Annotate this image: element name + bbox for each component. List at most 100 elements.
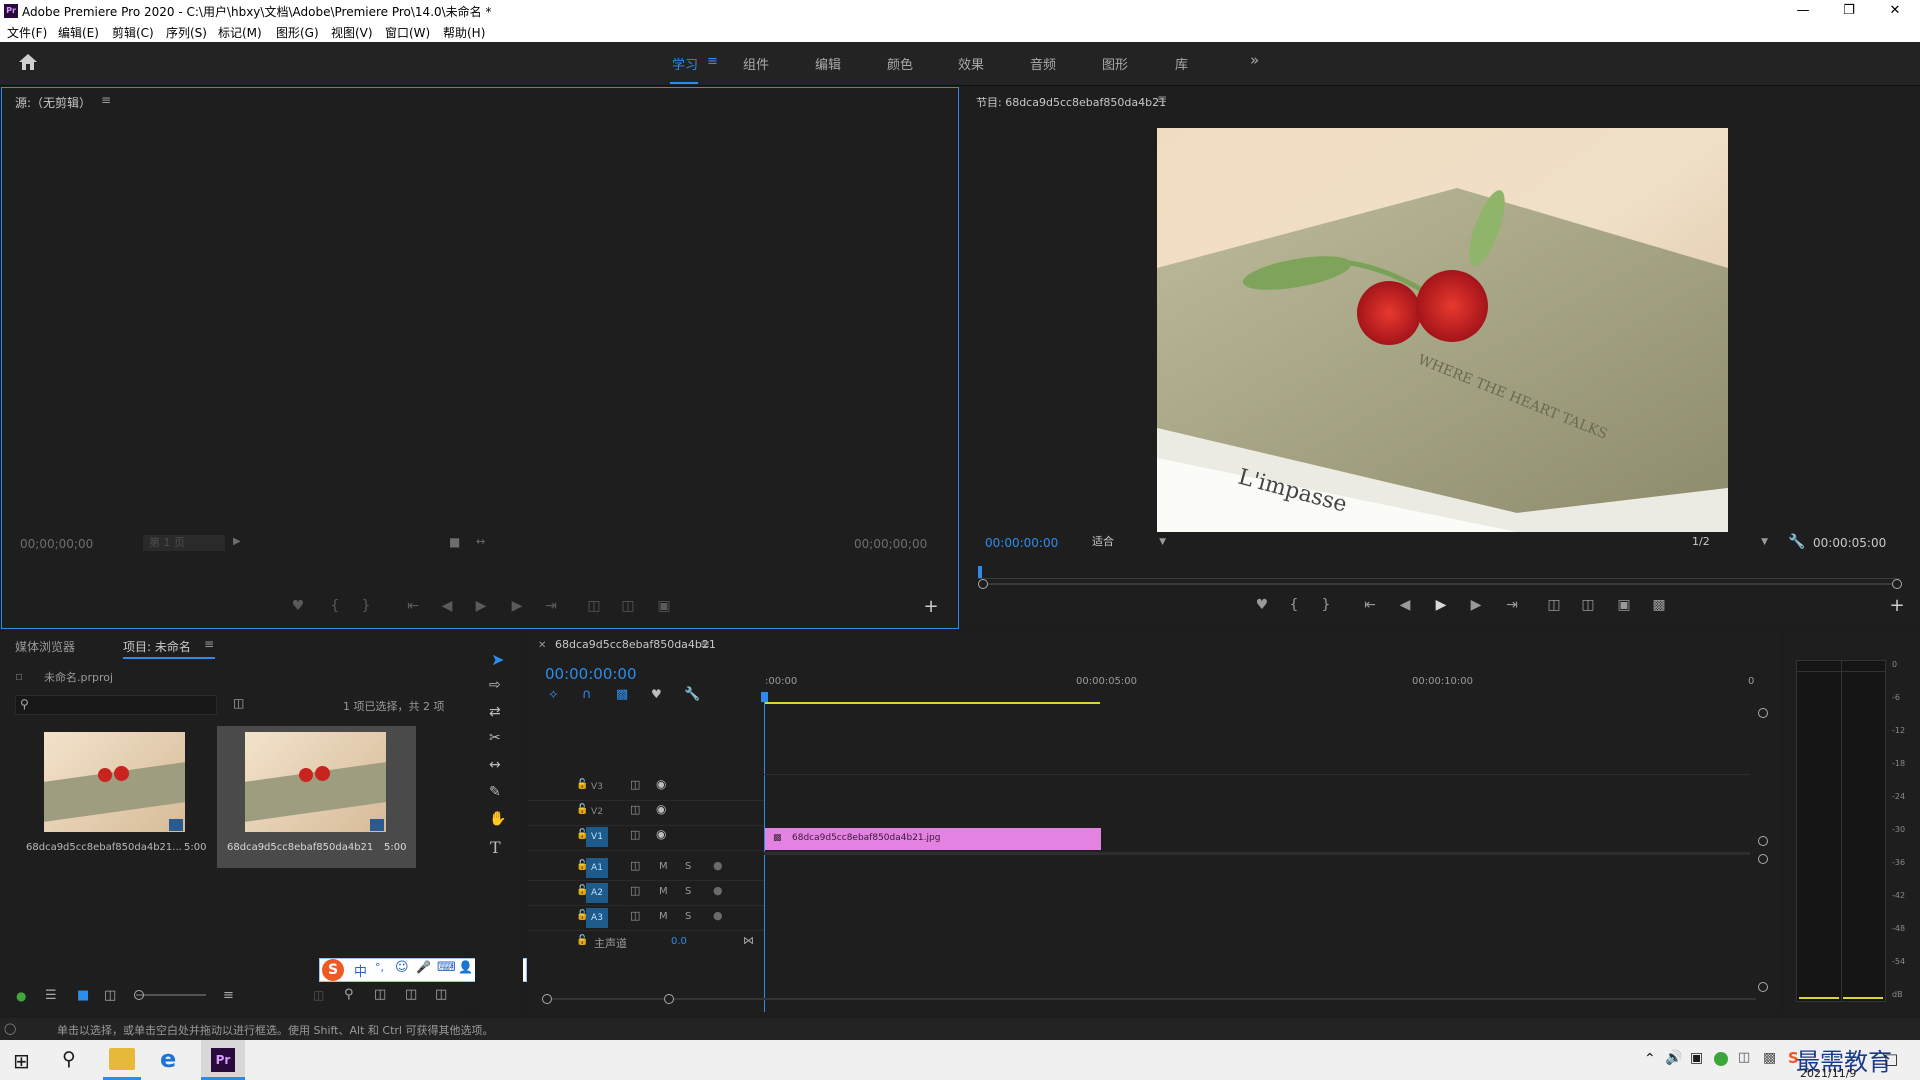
pen-tool-icon[interactable]: ✎ bbox=[489, 784, 501, 800]
source-play-icon[interactable]: ▶ bbox=[469, 598, 493, 614]
new-bin-icon[interactable]: ◫ bbox=[374, 987, 386, 1002]
program-resolution-select[interactable]: 1/2 ▼ bbox=[1688, 534, 1772, 550]
a1-mute-button[interactable]: M bbox=[659, 861, 668, 872]
program-add-marker-icon[interactable]: ♥ bbox=[1250, 597, 1274, 613]
track-select-tool-icon[interactable]: ⇨ bbox=[489, 677, 501, 693]
a3-solo-button[interactable]: S bbox=[685, 911, 691, 922]
a2-mute-button[interactable]: M bbox=[659, 886, 668, 897]
program-video-frame[interactable]: L'impasse WHERE THE HEART TALKS bbox=[1157, 128, 1728, 532]
source-add-button-icon[interactable]: + bbox=[919, 596, 943, 617]
program-lift-icon[interactable]: ◫ bbox=[1542, 597, 1566, 613]
timeline-panel[interactable]: ✕ 68dca9d5cc8ebaf850da4b21 ≡ 00:00:00:00… bbox=[528, 632, 1780, 1014]
source-monitor-panel[interactable]: 源:（无剪辑） ≡ 00;00;00;00 第 1 页 ▶ ■ ↔ 00;00;… bbox=[1, 87, 959, 629]
icon-view-icon[interactable]: ■ bbox=[77, 988, 89, 1003]
menu-graphics[interactable]: 图形(G) bbox=[276, 24, 319, 41]
v3-track-target[interactable]: V3 bbox=[586, 777, 608, 797]
source-step-back-icon[interactable]: ◀ bbox=[435, 598, 459, 614]
program-compare-icon[interactable]: ▩ bbox=[1647, 597, 1671, 613]
a3-sync-lock-icon[interactable]: ◫ bbox=[630, 909, 640, 922]
master-go-to-end-icon[interactable]: ⋈ bbox=[743, 934, 754, 947]
program-step-back-icon[interactable]: ◀ bbox=[1393, 597, 1417, 613]
source-insert-icon[interactable]: ◫ bbox=[582, 598, 606, 614]
menu-view[interactable]: 视图(V) bbox=[331, 24, 373, 41]
program-play-icon[interactable]: ▶ bbox=[1429, 597, 1453, 613]
workspace-audio[interactable]: 音频 bbox=[1030, 54, 1056, 73]
ime-user-icon[interactable]: 👤 bbox=[458, 960, 473, 974]
slip-tool-icon[interactable]: ↔ bbox=[489, 757, 501, 773]
program-time-ruler[interactable] bbox=[978, 566, 1900, 579]
edge-browser-icon[interactable]: e bbox=[160, 1045, 176, 1073]
source-panel-menu-icon[interactable]: ≡ bbox=[101, 93, 111, 107]
program-zoom-bar[interactable] bbox=[978, 583, 1900, 585]
track-header-a2[interactable]: 🔓 A2 ◫ M S ● bbox=[528, 881, 764, 906]
source-drag-icon[interactable]: ↔ bbox=[476, 535, 485, 548]
program-settings-wrench-icon[interactable]: 🔧 bbox=[1788, 534, 1805, 550]
a2-solo-button[interactable]: S bbox=[685, 886, 691, 897]
volume-icon[interactable]: 🔊 bbox=[1665, 1050, 1682, 1066]
project-item-1[interactable]: 68dca9d5cc8ebaf850da4b21... 5:00 bbox=[16, 726, 212, 866]
timeline-zoom-handle-left[interactable] bbox=[542, 994, 552, 1004]
a3-mute-button[interactable]: M bbox=[659, 911, 668, 922]
a1-voiceover-mic-icon[interactable]: ● bbox=[713, 859, 723, 872]
hand-tool-icon[interactable]: ✋ bbox=[489, 811, 506, 827]
sequence-tab[interactable]: 68dca9d5cc8ebaf850da4b21 bbox=[555, 638, 716, 651]
sogou-logo-icon[interactable]: S bbox=[322, 959, 344, 981]
thumbnail-zoom-slider[interactable] bbox=[136, 994, 206, 996]
source-timecode-left[interactable]: 00;00;00;00 bbox=[20, 537, 93, 551]
a2-sync-lock-icon[interactable]: ◫ bbox=[630, 884, 640, 897]
video-scroll-handle-top[interactable] bbox=[1758, 708, 1768, 718]
network-icon[interactable]: ▣ bbox=[1690, 1050, 1703, 1066]
program-zoom-handle-right[interactable] bbox=[1892, 579, 1902, 589]
a1-sync-lock-icon[interactable]: ◫ bbox=[630, 859, 640, 872]
track-header-master[interactable]: 🔓 主声道 0.0 ⋈ bbox=[528, 931, 764, 955]
video-scroll-handle-bottom[interactable] bbox=[1758, 836, 1768, 846]
source-mark-in-icon[interactable]: { bbox=[323, 598, 347, 614]
program-panel-menu-icon[interactable]: ≡ bbox=[1157, 92, 1167, 106]
sort-icons-icon[interactable]: ≡ bbox=[223, 988, 234, 1003]
project-item-2[interactable]: 68dca9d5cc8ebaf850da4b21 5:00 bbox=[217, 726, 416, 868]
source-go-to-in-icon[interactable]: ⇤ bbox=[401, 598, 425, 614]
file-explorer-icon[interactable] bbox=[109, 1048, 135, 1070]
close-sequence-icon[interactable]: ✕ bbox=[538, 640, 546, 651]
razor-tool-icon[interactable]: ✂ bbox=[489, 730, 501, 746]
new-search-bin-icon[interactable]: ◫ bbox=[233, 696, 244, 710]
workspace-assembly[interactable]: 组件 bbox=[743, 54, 769, 73]
notification-center-icon[interactable]: □ bbox=[1884, 1050, 1898, 1068]
a2-voiceover-mic-icon[interactable]: ● bbox=[713, 884, 723, 897]
track-header-v2[interactable]: 🔓 V2 ◫ ◉ bbox=[528, 800, 764, 826]
v1-track-target[interactable]: V1 bbox=[586, 827, 608, 847]
menu-clip[interactable]: 剪辑(C) bbox=[112, 24, 154, 41]
v3-sync-lock-icon[interactable]: ◫ bbox=[630, 778, 640, 791]
more-workspaces-icon[interactable]: » bbox=[1250, 51, 1259, 69]
type-tool-icon[interactable]: T bbox=[490, 838, 501, 857]
new-item-icon[interactable]: ◫ bbox=[405, 987, 417, 1002]
workspace-menu-icon[interactable]: ≡ bbox=[707, 54, 718, 69]
program-go-to-in-icon[interactable]: ⇤ bbox=[1358, 597, 1382, 613]
project-search-input[interactable]: ⚲ bbox=[15, 695, 217, 715]
ime-voice-icon[interactable]: 🎤 bbox=[416, 960, 431, 974]
workspace-learn[interactable]: 学习 bbox=[672, 54, 698, 73]
menu-marker[interactable]: 标记(M) bbox=[218, 24, 262, 41]
source-step-forward-icon[interactable]: ▶ bbox=[505, 598, 529, 614]
v2-visibility-eye-icon[interactable]: ◉ bbox=[656, 802, 666, 816]
taskbar-date[interactable]: 2021/11/9 bbox=[1800, 1067, 1856, 1080]
program-fit-select[interactable]: 适合 ▼ bbox=[1086, 534, 1170, 550]
master-lock-icon[interactable]: 🔓 bbox=[576, 935, 588, 946]
snap-magnet-icon[interactable]: ∩ bbox=[582, 687, 592, 702]
v3-visibility-eye-icon[interactable]: ◉ bbox=[656, 777, 666, 791]
workspace-graphics[interactable]: 图形 bbox=[1102, 54, 1128, 73]
program-add-button-icon[interactable]: + bbox=[1885, 595, 1909, 616]
program-extract-icon[interactable]: ◫ bbox=[1576, 597, 1600, 613]
program-go-to-out-icon[interactable]: ⇥ bbox=[1500, 597, 1524, 613]
tray-expand-icon[interactable]: ⌃ bbox=[1644, 1051, 1656, 1067]
clear-trash-icon[interactable]: ◫ bbox=[435, 987, 447, 1002]
source-page-next-icon[interactable]: ▶ bbox=[233, 536, 241, 547]
ripple-edit-tool-icon[interactable]: ⇄ bbox=[489, 704, 501, 720]
v2-track-target[interactable]: V2 bbox=[586, 802, 608, 822]
program-step-forward-icon[interactable]: ▶ bbox=[1464, 597, 1488, 613]
source-go-to-out-icon[interactable]: ⇥ bbox=[539, 598, 563, 614]
program-monitor-panel[interactable]: 节目: 68dca9d5cc8ebaf850da4b21 ≡ L'impasse… bbox=[962, 87, 1920, 627]
v1-visibility-eye-icon[interactable]: ◉ bbox=[656, 827, 666, 841]
automate-to-sequence-icon[interactable]: ◫ bbox=[313, 988, 324, 1002]
audio-scroll-handle-top[interactable] bbox=[1758, 854, 1768, 864]
